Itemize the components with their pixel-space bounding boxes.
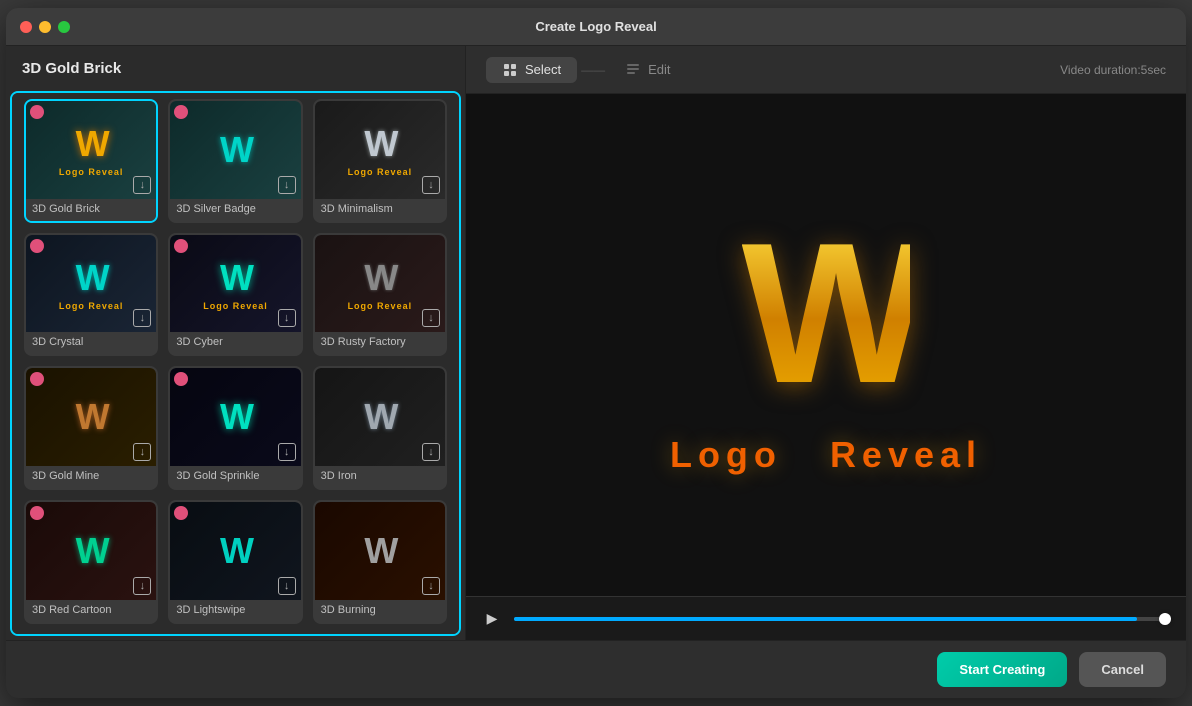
template-name: 3D Gold Mine: [26, 466, 156, 488]
badge-pink: [174, 506, 188, 520]
download-icon[interactable]: ↓: [422, 309, 440, 327]
template-name: 3D Gold Sprinkle: [170, 466, 300, 488]
template-grid-border: WLogo Reveal↓3D Gold BrickW↓3D Silver Ba…: [10, 91, 461, 636]
preview-area: W Logo Reveal: [466, 94, 1186, 596]
template-name: 3D Minimalism: [315, 199, 445, 221]
download-icon[interactable]: ↓: [278, 309, 296, 327]
tab-edit[interactable]: Edit: [609, 57, 686, 83]
template-name: 3D Cyber: [170, 332, 300, 354]
grid-icon: [502, 62, 518, 78]
template-item[interactable]: W↓3D Gold Mine: [24, 366, 158, 490]
download-icon[interactable]: ↓: [133, 176, 151, 194]
badge-pink: [174, 105, 188, 119]
start-creating-button[interactable]: Start Creating: [937, 652, 1067, 687]
window-title: Create Logo Reveal: [535, 19, 656, 34]
template-item[interactable]: W↓3D Silver Badge: [168, 99, 302, 223]
download-icon[interactable]: ↓: [422, 443, 440, 461]
template-grid: WLogo Reveal↓3D Gold BrickW↓3D Silver Ba…: [24, 99, 447, 634]
badge-pink: [174, 239, 188, 253]
big-w-logo: W: [742, 214, 911, 424]
template-item[interactable]: WLogo Reveal↓3D Rusty Factory: [313, 233, 447, 357]
template-name: 3D Red Cartoon: [26, 600, 156, 622]
titlebar: Create Logo Reveal: [6, 8, 1186, 46]
tab-group: Select —— Edit: [486, 57, 687, 83]
duration-label: Video duration:5sec: [1060, 63, 1166, 77]
progress-thumb: [1159, 613, 1171, 625]
app-window: Create Logo Reveal 3D Gold Brick W Logo R…: [6, 8, 1186, 698]
template-name: 3D Iron: [315, 466, 445, 488]
bottom-bar: Start Creating Cancel: [6, 640, 1186, 698]
left-panel: 3D Gold Brick WLogo Reveal↓3D Gold Brick…: [6, 46, 466, 640]
template-item[interactable]: WLogo Reveal↓3D Cyber: [168, 233, 302, 357]
template-name: 3D Rusty Factory: [315, 332, 445, 354]
template-item[interactable]: W↓3D Red Cartoon: [24, 500, 158, 624]
right-panel: Select —— Edit Video: [466, 46, 1186, 640]
template-item[interactable]: W↓3D Iron: [313, 366, 447, 490]
template-item[interactable]: WLogo Reveal↓3D Minimalism: [313, 99, 447, 223]
download-icon[interactable]: ↓: [133, 577, 151, 595]
download-icon[interactable]: ↓: [278, 577, 296, 595]
big-logo-text: Logo Reveal: [670, 434, 982, 476]
template-grid-container[interactable]: WLogo Reveal↓3D Gold BrickW↓3D Silver Ba…: [12, 93, 459, 634]
template-item[interactable]: W↓3D Lightswipe: [168, 500, 302, 624]
download-icon[interactable]: ↓: [133, 309, 151, 327]
template-item[interactable]: W↓3D Gold Sprinkle: [168, 366, 302, 490]
tab-edit-label: Edit: [648, 62, 670, 77]
content-area: 3D Gold Brick W Logo Reveal ↓ 3D Gold Brick…: [6, 46, 1186, 640]
maximize-button[interactable]: [58, 21, 70, 33]
badge-pink: [30, 105, 44, 119]
close-button[interactable]: [20, 21, 32, 33]
progress-fill: [514, 617, 1137, 621]
logo-preview: W Logo Reveal: [670, 214, 982, 476]
badge-pink: [174, 372, 188, 386]
video-controls: ▶: [466, 596, 1186, 640]
template-item[interactable]: WLogo Reveal↓3D Gold Brick: [24, 99, 158, 223]
template-name: 3D Silver Badge: [170, 199, 300, 221]
download-icon[interactable]: ↓: [278, 443, 296, 461]
download-icon[interactable]: ↓: [422, 176, 440, 194]
download-icon[interactable]: ↓: [422, 577, 440, 595]
badge-pink: [30, 239, 44, 253]
download-icon[interactable]: ↓: [278, 176, 296, 194]
traffic-lights: [20, 21, 70, 33]
minimize-button[interactable]: [39, 21, 51, 33]
template-name: 3D Gold Brick: [26, 199, 156, 221]
edit-icon: [625, 62, 641, 78]
selected-template-title: 3D Gold Brick: [6, 46, 465, 87]
template-name: 3D Crystal: [26, 332, 156, 354]
tab-connector: ——: [577, 63, 609, 77]
template-name: 3D Lightswipe: [170, 600, 300, 622]
template-item[interactable]: W↓3D Burning: [313, 500, 447, 624]
template-item[interactable]: WLogo Reveal↓3D Crystal: [24, 233, 158, 357]
cancel-button[interactable]: Cancel: [1079, 652, 1166, 687]
badge-pink: [30, 372, 44, 386]
progress-bar[interactable]: [514, 617, 1170, 621]
tab-select-label: Select: [525, 62, 561, 77]
play-button[interactable]: ▶: [482, 609, 502, 629]
right-header: Select —— Edit Video: [466, 46, 1186, 94]
download-icon[interactable]: ↓: [133, 443, 151, 461]
logo-text-part1: Logo: [670, 434, 782, 475]
logo-text-part2: Reveal: [830, 434, 982, 475]
badge-pink: [30, 506, 44, 520]
tab-select[interactable]: Select: [486, 57, 577, 83]
template-name: 3D Burning: [315, 600, 445, 622]
